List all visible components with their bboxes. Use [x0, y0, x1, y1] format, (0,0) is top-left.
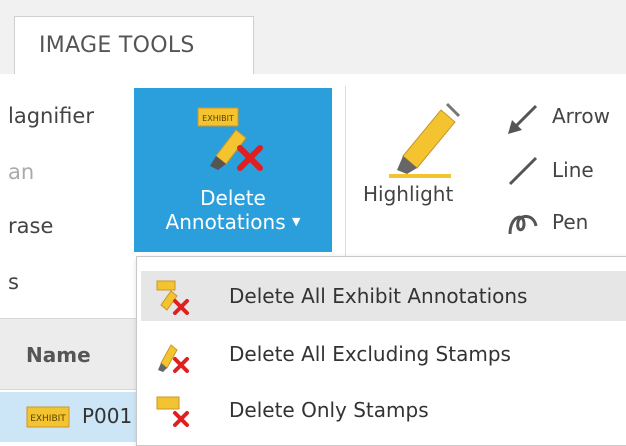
dropdown-caret-icon: ▼	[292, 215, 301, 228]
highlight-button[interactable]: Highlight	[355, 88, 485, 252]
menu-item-delete-all-exhibit-annotations[interactable]: Delete All Exhibit Annotations	[141, 271, 626, 321]
partial-item: s	[8, 270, 19, 294]
delete-excluding-stamps-icon	[158, 344, 189, 373]
delete-stamps-icon	[156, 396, 189, 427]
delete-exhibit-annotations-icon	[156, 280, 189, 315]
magnifier-button[interactable]: lagnifier	[8, 104, 94, 128]
exhibit-stamp-icon: EXHIBIT	[26, 406, 70, 428]
line-label: Line	[552, 158, 594, 182]
table-row[interactable]: EXHIBIT P001	[0, 392, 140, 442]
line-icon	[508, 156, 538, 186]
document-id: P001	[82, 404, 133, 428]
menu-item-label: Delete Only Stamps	[229, 398, 429, 422]
delete-annotations-label-text: Annotations	[165, 210, 286, 234]
line-tool-button[interactable]: Line	[500, 148, 626, 194]
highlighter-icon	[389, 102, 461, 178]
ribbon-group-divider	[345, 86, 346, 256]
arrow-icon	[508, 104, 538, 134]
highlight-label: Highlight	[363, 182, 454, 206]
delete-annotations-icon: EXHIBIT	[197, 107, 263, 171]
exhibit-stamp-text: EXHIBIT	[202, 114, 234, 123]
pen-icon	[508, 215, 538, 235]
menu-item-delete-all-excluding-stamps[interactable]: Delete All Excluding Stamps	[141, 329, 626, 379]
pan-button[interactable]: an	[8, 160, 34, 184]
ribbon-tab-strip: IMAGE TOOLS	[0, 0, 626, 75]
grid-header: Name	[0, 318, 140, 390]
menu-item-label: Delete All Exhibit Annotations	[229, 284, 528, 308]
delete-annotations-button[interactable]: EXHIBIT Delete Annotations ▼	[134, 88, 332, 252]
menu-item-delete-only-stamps[interactable]: Delete Only Stamps	[141, 385, 626, 435]
pen-label: Pen	[552, 210, 589, 234]
pen-tool-button[interactable]: Pen	[500, 200, 626, 246]
tab-image-tools[interactable]: IMAGE TOOLS	[14, 16, 254, 74]
arrow-tool-button[interactable]: Arrow	[500, 96, 626, 142]
menu-item-label: Delete All Excluding Stamps	[229, 342, 511, 366]
erase-button[interactable]: rase	[8, 214, 53, 238]
exhibit-stamp-text: EXHIBIT	[30, 414, 66, 424]
name-column-header[interactable]: Name	[26, 343, 91, 367]
arrow-label: Arrow	[552, 104, 610, 128]
delete-annotations-menu: Delete All Exhibit Annotations Delete Al…	[136, 256, 626, 446]
delete-annotations-label-line1: Delete	[200, 186, 266, 210]
tab-image-tools-label: IMAGE TOOLS	[39, 33, 195, 58]
delete-annotations-label-line2: Annotations ▼	[134, 210, 332, 234]
